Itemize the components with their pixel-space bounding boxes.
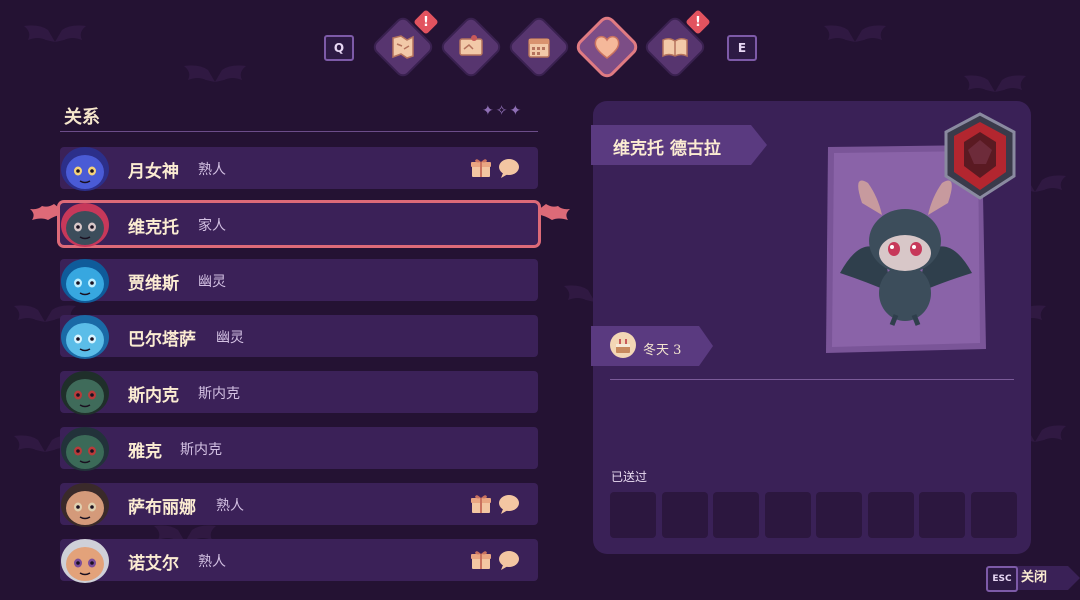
tab-relations[interactable] — [577, 17, 637, 77]
relation-name: 萨布丽娜 — [128, 498, 196, 518]
relation-row[interactable]: 斯内克 斯内克 — [60, 371, 538, 415]
gift-icon — [470, 157, 492, 179]
alert-badge: ! — [685, 9, 711, 35]
calendar-icon — [509, 17, 569, 77]
relation-name: 贾维斯 — [128, 274, 179, 294]
gift-slot — [610, 492, 656, 538]
victor-bat-avatar — [56, 197, 114, 249]
birthday-text: 冬天 3 — [643, 343, 682, 358]
gift-slot — [661, 492, 708, 538]
relation-status: 斯内克 — [198, 386, 240, 402]
birthday-cake-icon — [609, 331, 637, 359]
relation-status: 熟人 — [198, 554, 226, 570]
sparkle-ornament: ✦✧✦ — [482, 103, 524, 119]
relation-row[interactable]: 雅克 斯内克 — [60, 427, 538, 471]
tab-quests[interactable] — [441, 17, 501, 77]
bat-wing-right-ornament — [532, 200, 572, 226]
noel-avatar — [56, 533, 114, 585]
tab-map[interactable]: ! — [373, 9, 439, 77]
tab-calendar[interactable] — [509, 17, 569, 77]
detail-divider — [610, 379, 1014, 380]
relation-status: 幽灵 — [198, 274, 226, 290]
relation-status: 家人 — [198, 218, 226, 234]
relation-status: 斯内克 — [180, 442, 222, 458]
relation-name: 雅克 — [128, 442, 162, 462]
chat-icon — [498, 157, 520, 179]
gift-slot — [713, 492, 759, 538]
relation-name: 维克托 — [128, 218, 179, 238]
tab-journal[interactable]: ! — [645, 9, 711, 77]
jarvis-ghost-avatar — [56, 253, 114, 305]
character-full-name: 维克托 德古拉 — [613, 139, 721, 159]
relation-status: 熟人 — [198, 162, 226, 178]
gift-slot — [919, 492, 965, 538]
relation-status: 幽灵 — [216, 330, 244, 346]
relation-row[interactable]: 诺艾尔 熟人 — [60, 539, 538, 583]
gift-slot — [970, 492, 1017, 538]
balthazar-ghost-avatar — [56, 309, 114, 361]
sabrina-avatar — [56, 477, 114, 529]
relation-row[interactable]: 萨布丽娜 熟人 — [60, 483, 538, 527]
gift-slot — [867, 492, 914, 538]
relation-name: 斯内克 — [128, 386, 179, 406]
prev-tab-key[interactable]: Q — [324, 35, 354, 61]
snake-avatar — [56, 365, 114, 417]
relation-name: 巴尔塔萨 — [128, 330, 196, 350]
close-button[interactable]: 关闭 — [1019, 567, 1071, 589]
gift-icon — [470, 549, 492, 571]
moon-goddess-avatar — [56, 141, 114, 193]
chat-icon — [498, 549, 520, 571]
character-name-banner: 维克托 德古拉 — [591, 125, 767, 165]
relation-row[interactable]: 月女神 熟人 — [60, 147, 538, 191]
section-title: 关系 — [64, 107, 100, 128]
chat-icon — [498, 493, 520, 515]
relation-row[interactable]: 维克托 家人 — [60, 203, 538, 247]
relation-row[interactable]: 贾维斯 幽灵 — [60, 259, 538, 303]
esc-key[interactable]: ESC — [986, 566, 1018, 592]
gift-icon — [470, 493, 492, 515]
section-divider — [60, 131, 538, 132]
jacques-avatar — [56, 421, 114, 473]
heart-icon — [577, 17, 637, 77]
relation-name: 诺艾尔 — [128, 554, 179, 574]
gifted-label: 已送过 — [611, 470, 648, 484]
gift-slot — [816, 492, 862, 538]
relation-name: 月女神 — [128, 162, 179, 182]
birthday-banner: 冬天 3 — [591, 326, 713, 366]
gift-slot — [764, 492, 811, 538]
family-crest-badge — [938, 110, 1022, 202]
relation-row[interactable]: 巴尔塔萨 幽灵 — [60, 315, 538, 359]
relation-status: 熟人 — [216, 498, 244, 514]
quest-map-icon — [441, 17, 501, 77]
next-tab-key[interactable]: E — [727, 35, 757, 61]
alert-badge: ! — [413, 9, 439, 35]
